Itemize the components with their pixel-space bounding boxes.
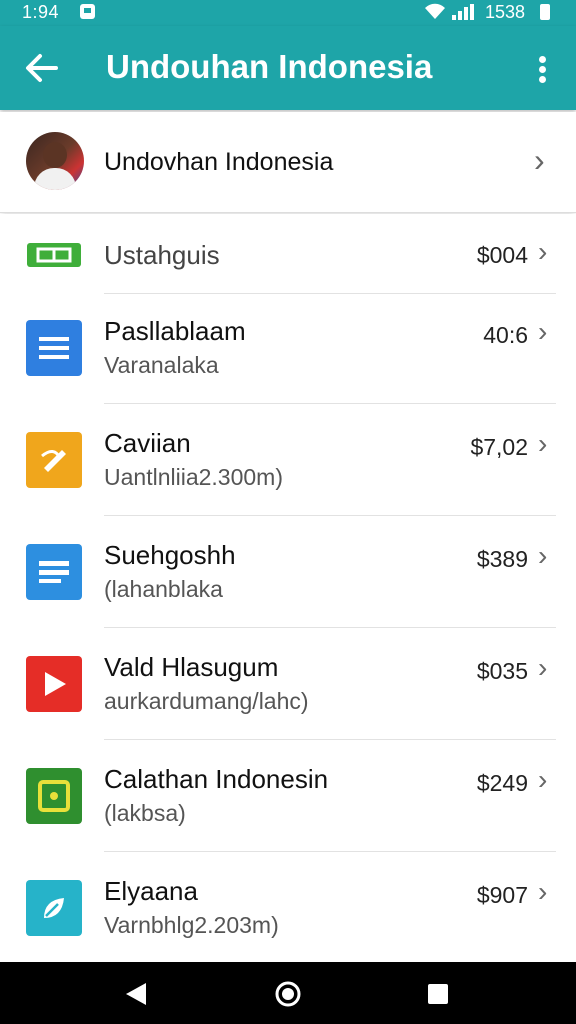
- item-price: $389: [476, 546, 528, 572]
- item-title: Caviian: [104, 428, 191, 458]
- home-circle-icon[interactable]: [274, 980, 302, 1008]
- item-price: 40:6: [483, 322, 528, 348]
- list-item[interactable]: Calathan Indonesin (lakbsa) $249 ›: [0, 740, 576, 852]
- app-title: Undouhan Indonesia: [106, 48, 433, 85]
- chevron-right-icon: ›: [538, 540, 548, 571]
- list-icon: [26, 320, 82, 376]
- list-item[interactable]: Caviian Uantlnliia2.300m) $7,02 ›: [0, 404, 576, 516]
- play-icon: [26, 656, 82, 712]
- chevron-right-icon: ›: [538, 236, 548, 267]
- item-title: Calathan Indonesin: [104, 764, 329, 794]
- item-price: $004: [476, 242, 528, 268]
- item-subtitle: (lakbsa): [104, 800, 186, 826]
- item-subtitle: Uantlnliia2.300m): [104, 464, 283, 490]
- status-time: 1:94: [22, 2, 60, 22]
- item-subtitle: (lahanblaka: [104, 576, 223, 602]
- chevron-right-icon: ›: [538, 316, 548, 347]
- list-item[interactable]: Elyaana Varnbhlg2.203m) $907 ›: [0, 852, 576, 962]
- list-item[interactable]: Ustahguis $004 ›: [0, 214, 576, 294]
- item-title: Ustahguis: [104, 240, 220, 270]
- chevron-right-icon: ›: [538, 428, 548, 459]
- item-subtitle: Varanalaka: [104, 352, 219, 378]
- profile-name: Undovhan Indonesia: [104, 148, 334, 176]
- item-title: Elyaana: [104, 876, 198, 906]
- status-bar: 1:94 1538: [0, 0, 576, 26]
- battery-text: 1538: [485, 2, 526, 22]
- battery-icon: [540, 4, 550, 20]
- chevron-right-icon: ›: [538, 652, 548, 683]
- item-price: $7,02: [470, 434, 528, 460]
- list-item[interactable]: Pasllablaam Varanalaka 40:6 ›: [0, 294, 576, 404]
- recents-square-icon[interactable]: [428, 984, 448, 1004]
- item-subtitle: Varnbhlg2.203m): [104, 912, 279, 938]
- app-bar: Undouhan Indonesia: [0, 26, 576, 110]
- item-title: Vald Hlasugum: [104, 652, 279, 682]
- pencil-icon: [26, 432, 82, 488]
- notification-icon: [80, 4, 95, 19]
- more-options-button[interactable]: [528, 48, 558, 88]
- back-button[interactable]: [20, 48, 64, 88]
- item-subtitle: aurkardumang/lahc): [104, 688, 309, 714]
- profile-row[interactable]: Undovhan Indonesia ›: [0, 112, 576, 213]
- ticket-icon: [26, 240, 82, 270]
- item-title: Pasllablaam: [104, 316, 246, 346]
- chevron-right-icon: ›: [538, 876, 548, 907]
- chevron-right-icon: ›: [538, 764, 548, 795]
- arrow-left-icon: [26, 54, 58, 82]
- avatar: [26, 132, 84, 190]
- leaf-icon: [26, 880, 82, 936]
- list-item[interactable]: Suehgoshh (lahanblaka $389 ›: [0, 516, 576, 628]
- back-triangle-icon[interactable]: [122, 980, 150, 1008]
- item-price: $249: [476, 770, 528, 796]
- chevron-right-icon: ›: [534, 142, 545, 178]
- wifi-icon: [425, 3, 445, 19]
- square-target-icon: [26, 768, 82, 824]
- item-title: Suehgoshh: [104, 540, 236, 570]
- signal-icon: [452, 4, 474, 20]
- item-price: $035: [476, 658, 528, 684]
- list-item[interactable]: Vald Hlasugum aurkardumang/lahc) $035 ›: [0, 628, 576, 740]
- card-icon: [26, 544, 82, 600]
- item-price: $907: [476, 882, 528, 908]
- navigation-bar: [0, 962, 576, 1024]
